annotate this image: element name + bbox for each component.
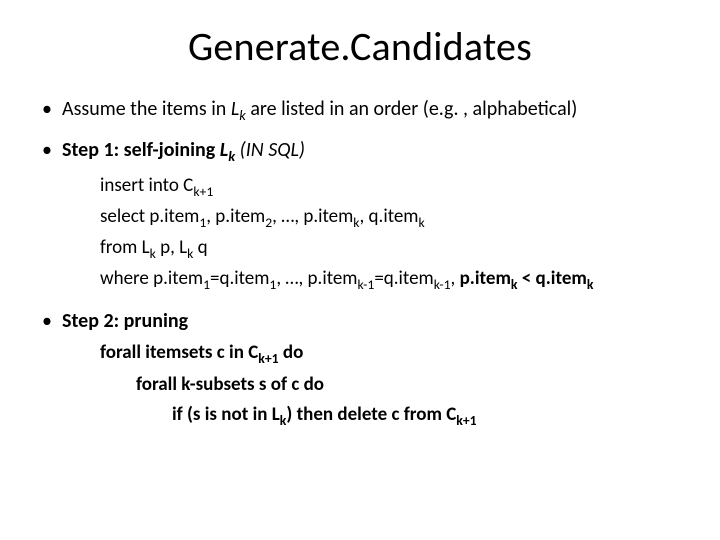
lk: L [231, 97, 239, 121]
t: , p.item [206, 205, 265, 228]
t: insert into C [100, 174, 193, 197]
t: where p.item [100, 267, 203, 290]
t: from L [100, 236, 150, 259]
t: k [418, 214, 424, 231]
t: p, L [156, 236, 187, 259]
t: p.item [460, 267, 511, 290]
t: =q.item [374, 267, 433, 290]
sql-block: insert into Ck+1 select p.item1, p.item2… [100, 171, 692, 295]
bullet-step2: Step 2: pruning forall itemsets c in Ck+… [28, 309, 692, 432]
text: Assume the items in [62, 97, 231, 121]
t: if (s is not in L [172, 403, 280, 426]
t: k+1 [193, 183, 213, 200]
t: q [193, 236, 207, 259]
t: k-1 [434, 276, 451, 293]
t: select p.item [100, 205, 199, 228]
t: k [587, 276, 594, 293]
t: , q.item [360, 205, 419, 228]
t: < q.item [517, 267, 586, 290]
sql-insert: insert into Ck+1 [100, 171, 692, 202]
t: 1 [203, 276, 210, 293]
t: , …, p.item [272, 205, 353, 228]
t: k+1 [456, 412, 476, 429]
step1-trail: (IN SQL) [235, 138, 305, 162]
lk: L [220, 138, 228, 162]
t: ) then delete c from C [286, 403, 456, 426]
prune-l3: if (s is not in Lk) then delete c from C… [172, 400, 692, 432]
bullet-step1: Step 1: self-joining Lk (IN SQL) insert … [28, 138, 692, 295]
sql-from: from Lk p, Lk q [100, 233, 692, 264]
t: =q.item [210, 267, 269, 290]
bullet-assume: Assume the items in Lk are listed in an … [28, 97, 692, 124]
sql-where: where p.item1=q.item1, …, p.itemk-1=q.it… [100, 264, 692, 295]
prune-l2: forall k-subsets s of c do [136, 370, 692, 400]
slide: Generate.Candidates Assume the items in … [0, 0, 720, 540]
prune-block: forall itemsets c in Ck+1 do forall k-su… [100, 338, 692, 432]
slide-title: Generate.Candidates [28, 22, 692, 71]
t: k+1 [258, 350, 278, 367]
sql-select: select p.item1, p.item2, …, p.itemk, q.i… [100, 202, 692, 233]
text: are listed in an order (e.g. , alphabeti… [246, 97, 578, 121]
t: , [451, 267, 460, 290]
t: do [279, 341, 304, 364]
t: forall itemsets c in C [100, 341, 258, 364]
prune-l1: forall itemsets c in Ck+1 do [100, 338, 692, 370]
t: k-1 [357, 276, 374, 293]
bullet-list: Assume the items in Lk are listed in an … [28, 97, 692, 432]
t: , …, p.item [276, 267, 357, 290]
step1-label: Step 1: self-joining [62, 138, 220, 162]
step2-label: Step 2: pruning [62, 309, 188, 333]
